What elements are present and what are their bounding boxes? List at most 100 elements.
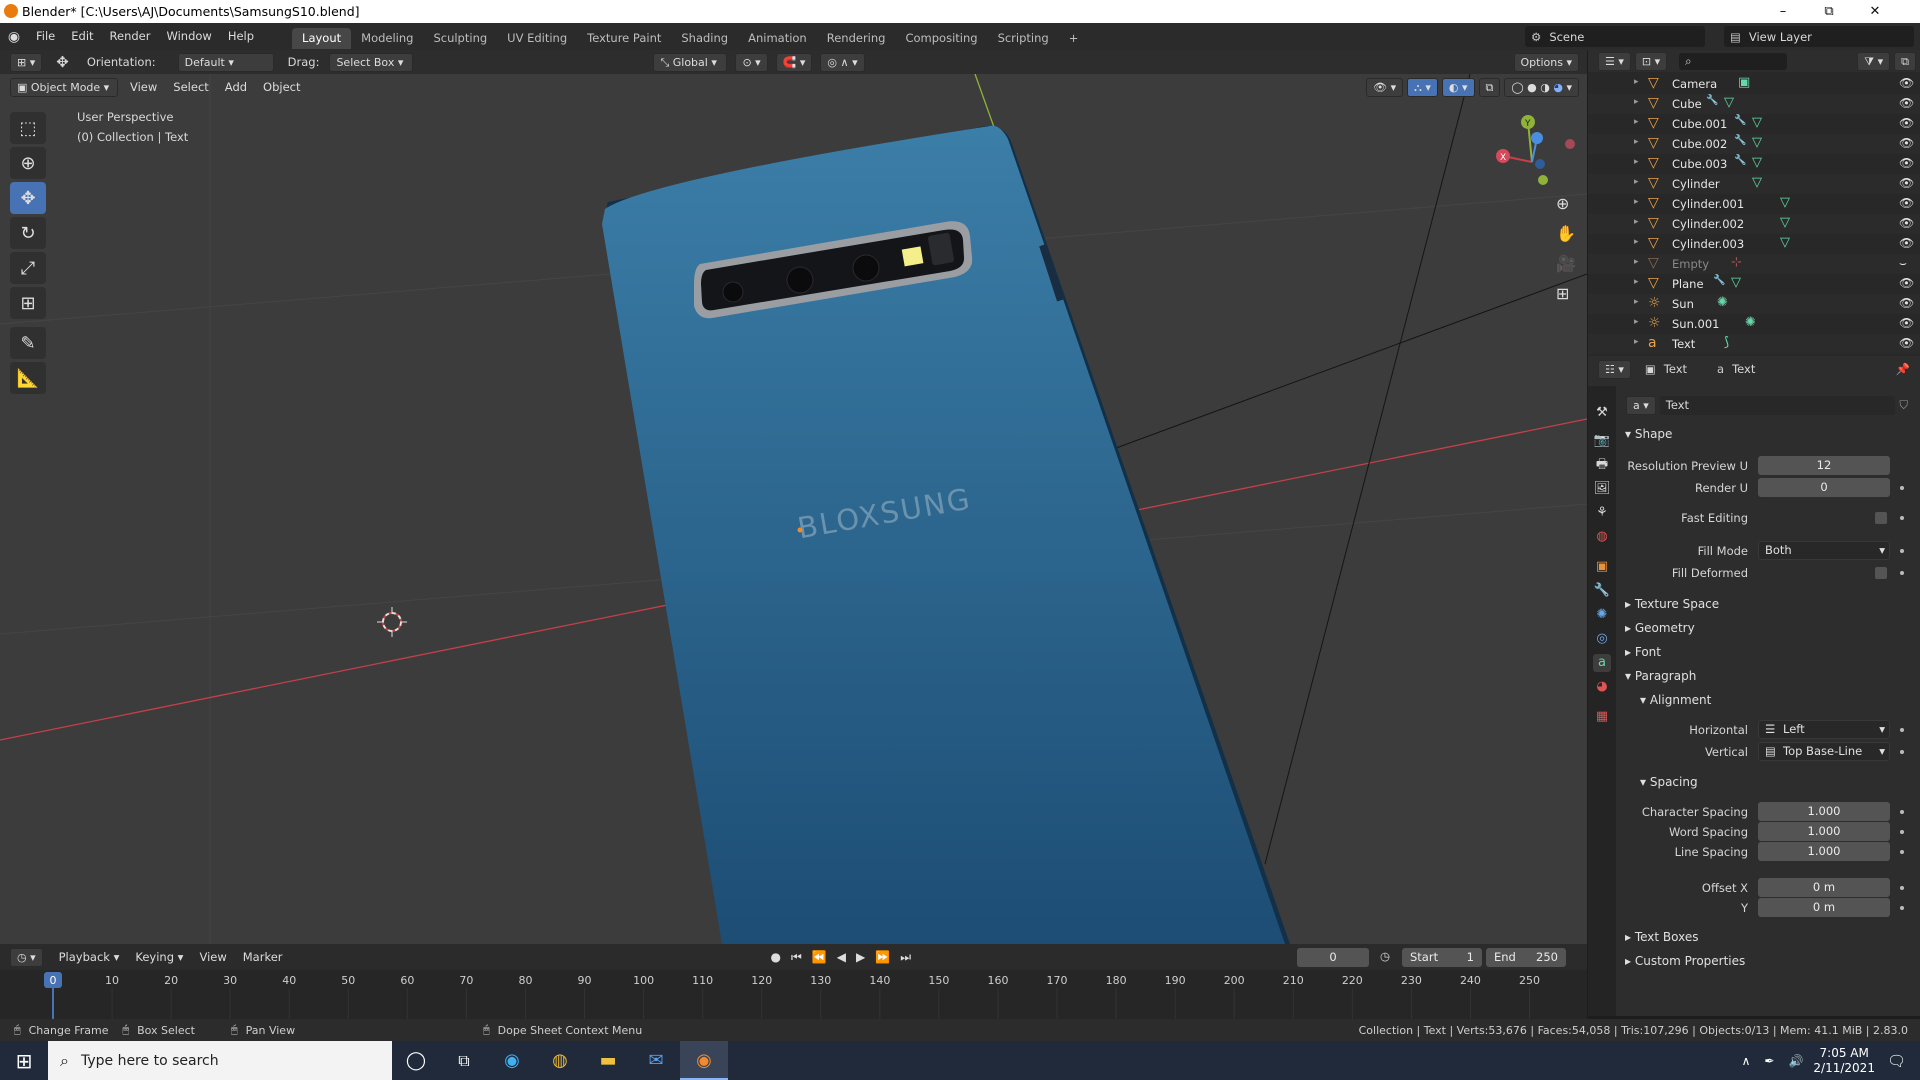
- offset-x-field[interactable]: 0 m: [1758, 878, 1890, 897]
- record-icon[interactable]: ●: [771, 950, 781, 964]
- outliner-row[interactable]: ▸ ▽ Cube.002 🔧 ▽ 👁: [1588, 134, 1920, 154]
- scale-tool-icon[interactable]: ⤢: [10, 252, 46, 284]
- eye-icon[interactable]: 👁: [1899, 76, 1914, 90]
- expand-arrow-icon[interactable]: ▸: [1634, 197, 1639, 207]
- add-workspace-button[interactable]: +: [1059, 28, 1089, 49]
- particles-tab-icon[interactable]: ✺: [1593, 606, 1611, 624]
- end-frame-field[interactable]: End 250: [1486, 948, 1566, 967]
- outliner-row[interactable]: ▸ ▽ Cylinder.003 ▽ 👁: [1588, 234, 1920, 254]
- move-tool-button[interactable]: ✥: [10, 182, 46, 214]
- viewport-menu-object[interactable]: Object: [255, 74, 308, 101]
- offset-y-field[interactable]: 0 m: [1758, 898, 1890, 917]
- workspace-tab-sculpting[interactable]: Sculpting: [423, 28, 497, 49]
- edge-icon[interactable]: ◉: [488, 1050, 536, 1071]
- expand-arrow-icon[interactable]: ▸: [1634, 297, 1639, 307]
- paragraph-panel[interactable]: ▾ Paragraph: [1625, 669, 1696, 683]
- start-frame-field[interactable]: Start 1: [1402, 948, 1482, 967]
- annotate-tool-icon[interactable]: ✎: [10, 327, 46, 359]
- eye-icon[interactable]: 👁: [1899, 196, 1914, 210]
- text-boxes-panel[interactable]: ▸ Text Boxes: [1625, 930, 1699, 944]
- viewport-menu-select[interactable]: Select: [165, 74, 216, 101]
- res-preview-field[interactable]: 12: [1758, 456, 1890, 475]
- expand-arrow-icon[interactable]: ▸: [1634, 257, 1639, 267]
- cursor-tool-icon[interactable]: ⊕: [10, 147, 46, 179]
- play-reverse-icon[interactable]: ◀: [837, 950, 846, 964]
- jump-end-icon[interactable]: ⏭: [900, 950, 911, 965]
- view-layer-selector[interactable]: ▤ View Layer: [1724, 26, 1914, 47]
- workspace-tab-texture-paint[interactable]: Texture Paint: [577, 28, 671, 49]
- tray-chevron-icon[interactable]: ∧: [1742, 1054, 1751, 1068]
- current-frame-field[interactable]: 0: [1297, 948, 1369, 967]
- new-collection-icon[interactable]: ⧉: [1894, 51, 1916, 71]
- keyframe-dot[interactable]: [1900, 850, 1904, 854]
- workspace-tab-rendering[interactable]: Rendering: [817, 28, 896, 49]
- pin-icon[interactable]: 📌: [1896, 362, 1910, 376]
- eye-icon[interactable]: 👁: [1899, 216, 1914, 230]
- snap-button[interactable]: 🧲 ▾: [775, 52, 813, 72]
- datablock-selector[interactable]: a ▾ Text ⛉: [1626, 395, 1908, 415]
- file-explorer-icon[interactable]: ▬: [584, 1050, 632, 1071]
- outliner-row[interactable]: ▸ a Text ⟆ 👁: [1588, 334, 1920, 354]
- datablock-browse[interactable]: a ▾: [1626, 395, 1656, 415]
- material-tab-icon[interactable]: ◕: [1593, 678, 1611, 696]
- jump-keyframe-forward-icon[interactable]: ⏩: [875, 950, 890, 964]
- display-mode-button[interactable]: ⊡ ▾: [1634, 51, 1668, 71]
- timeline-menu-keying[interactable]: Keying ▾: [127, 944, 191, 971]
- outliner-row[interactable]: ▸ ▽ Cylinder ▽ 👁: [1588, 174, 1920, 194]
- jump-keyframe-back-icon[interactable]: ⏪: [812, 950, 827, 964]
- mail-icon[interactable]: ✉: [632, 1050, 680, 1071]
- transform-tool-icon[interactable]: ⊞: [10, 287, 46, 319]
- gizmo-toggle-button[interactable]: ⛬ ▾: [1407, 77, 1438, 97]
- timeline-menu-playback[interactable]: Playback ▾: [51, 944, 128, 971]
- drag-dropdown[interactable]: Select Box ▾: [329, 52, 414, 72]
- render-tab-icon[interactable]: 📷: [1593, 432, 1611, 450]
- 3d-cursor-icon[interactable]: [377, 607, 407, 637]
- workspace-tab-shading[interactable]: Shading: [671, 28, 738, 49]
- pivot-point-button[interactable]: ⊙ ▾: [735, 52, 768, 72]
- jump-start-icon[interactable]: ⏮: [791, 950, 802, 965]
- workspace-tab-scripting[interactable]: Scripting: [988, 28, 1059, 49]
- shading-mode-buttons[interactable]: ◯ ● ◑ ◕ ▾: [1504, 77, 1579, 97]
- alignment-subpanel[interactable]: ▾ Alignment: [1640, 693, 1711, 707]
- filter-icon[interactable]: ⧩ ▾: [1857, 51, 1891, 71]
- keyframe-dot[interactable]: [1900, 750, 1904, 754]
- outliner-search-icon[interactable]: ⌕: [1679, 52, 1788, 70]
- outliner-row[interactable]: ▸ ▽ Cube 🔧 ▽ 👁: [1588, 94, 1920, 114]
- navigation-gizmo[interactable]: X Y: [1496, 115, 1575, 185]
- outliner-row[interactable]: ▸ ▽ Cylinder.001 ▽ 👁: [1588, 194, 1920, 214]
- workspace-tab-animation[interactable]: Animation: [738, 28, 817, 49]
- windows-start-icon[interactable]: ⊞: [0, 1049, 48, 1073]
- minimize-button[interactable]: –: [1760, 0, 1806, 23]
- menu-window[interactable]: Window: [158, 23, 219, 50]
- task-view-icon[interactable]: ⧉: [440, 1051, 488, 1071]
- pen-icon[interactable]: ✒: [1764, 1054, 1774, 1068]
- shape-panel-header[interactable]: ▾ Shape: [1625, 427, 1672, 441]
- physics-tab-icon[interactable]: ◎: [1593, 630, 1611, 648]
- close-button[interactable]: ✕: [1852, 0, 1898, 23]
- modifier-tab-icon[interactable]: 🔧: [1593, 582, 1611, 600]
- play-icon[interactable]: ▶: [856, 950, 865, 964]
- camera-view-icon[interactable]: 🎥: [1556, 254, 1576, 273]
- eye-icon[interactable]: 👁: [1899, 136, 1914, 150]
- clock[interactable]: 7:05 AM 2/11/2021: [1813, 1046, 1875, 1076]
- data-tab-icon[interactable]: a: [1593, 654, 1611, 672]
- expand-arrow-icon[interactable]: ▸: [1634, 157, 1639, 167]
- expand-arrow-icon[interactable]: ▸: [1634, 337, 1639, 347]
- orientation-dropdown[interactable]: Default ▾: [177, 52, 274, 72]
- outliner-row[interactable]: ▸ ▽ Plane 🔧 ▽ 👁: [1588, 274, 1920, 294]
- eye-icon[interactable]: 👁: [1899, 96, 1914, 110]
- workspace-tab-layout[interactable]: Layout: [292, 27, 352, 49]
- timeline-menu-marker[interactable]: Marker: [235, 944, 291, 971]
- expand-arrow-icon[interactable]: ▸: [1634, 117, 1639, 127]
- eye-icon[interactable]: 👁: [1899, 156, 1914, 170]
- custom-properties-panel[interactable]: ▸ Custom Properties: [1625, 954, 1745, 968]
- properties-editor-type[interactable]: ☷ ▾: [1598, 359, 1631, 379]
- outliner-row[interactable]: ▸ ▽ Cylinder.002 ▽ 👁: [1588, 214, 1920, 234]
- keyframe-dot[interactable]: [1900, 571, 1904, 575]
- timeline-menu-view[interactable]: View: [191, 944, 234, 971]
- fill-deformed-checkbox[interactable]: [1875, 567, 1887, 579]
- outliner-row[interactable]: ▸ ☼ Sun.001 ✺ 👁: [1588, 314, 1920, 334]
- keyframe-dot[interactable]: [1900, 886, 1904, 890]
- viewport-menu-add[interactable]: Add: [217, 74, 255, 101]
- vertical-dropdown[interactable]: ▤ Top Base-Line ▾: [1758, 742, 1890, 761]
